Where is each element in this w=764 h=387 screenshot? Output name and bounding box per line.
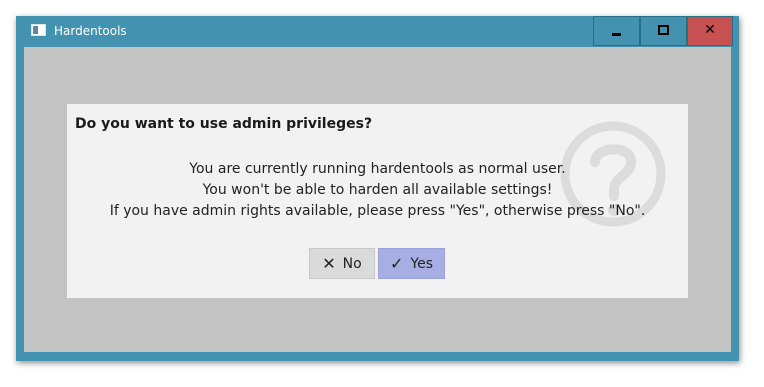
message-line: You are currently running hardentools as… (189, 161, 566, 177)
message-line: You won't be able to harden all availabl… (202, 182, 553, 198)
app-icon (31, 24, 46, 36)
no-button[interactable]: ✕ No (309, 248, 375, 279)
message-line: If you have admin rights available, plea… (109, 203, 646, 219)
app-window: Hardentools ✕ Do you want to use admin p… (16, 16, 739, 361)
maximize-button[interactable] (640, 16, 687, 46)
window-title: Hardentools (54, 24, 127, 38)
window-client-area: Do you want to use admin privileges? You… (24, 47, 731, 352)
dialog-message: You are currently running hardentools as… (67, 159, 688, 222)
close-button[interactable]: ✕ (687, 16, 733, 46)
admin-privileges-dialog: Do you want to use admin privileges? You… (67, 104, 688, 298)
yes-button-label: Yes (410, 255, 433, 272)
minimize-icon (612, 32, 621, 36)
dialog-title: Do you want to use admin privileges? (75, 116, 373, 132)
minimize-button[interactable] (593, 16, 640, 46)
title-bar[interactable]: Hardentools ✕ (16, 16, 739, 46)
maximize-icon (658, 25, 669, 35)
checkmark-icon: ✓ (389, 253, 404, 273)
yes-button[interactable]: ✓ Yes (378, 248, 445, 279)
x-icon: ✕ (322, 253, 336, 273)
close-icon: ✕ (704, 21, 716, 38)
no-button-label: No (342, 255, 362, 272)
